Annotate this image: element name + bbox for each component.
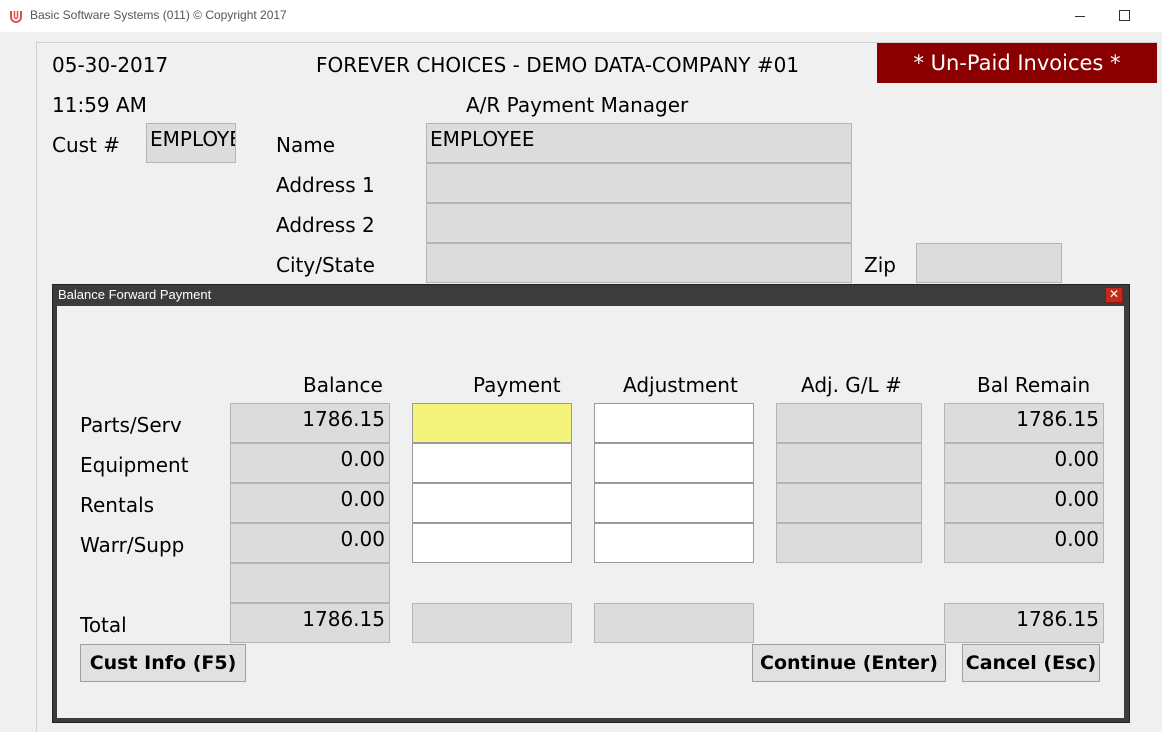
address2-label: Address 2 bbox=[276, 213, 375, 237]
zip-label: Zip bbox=[864, 253, 896, 277]
payment-input-warr-supp[interactable] bbox=[412, 523, 572, 563]
total-payment bbox=[412, 603, 572, 643]
city-state-label: City/State bbox=[276, 253, 375, 277]
page-subtitle: A/R Payment Manager bbox=[466, 93, 689, 117]
city-state-field[interactable] bbox=[426, 243, 852, 283]
balance-warr-supp: 0.00 bbox=[230, 523, 390, 563]
bal-remain-parts-serv: 1786.15 bbox=[944, 403, 1104, 443]
address1-field[interactable] bbox=[426, 163, 852, 203]
column-header-adjustment: Adjustment bbox=[623, 373, 738, 397]
balance-extra-field bbox=[230, 563, 390, 603]
adjustment-input-rentals[interactable] bbox=[594, 483, 754, 523]
window-title: Basic Software Systems (011) © Copyright… bbox=[30, 8, 287, 22]
continue-button[interactable]: Continue (Enter) bbox=[752, 644, 946, 682]
adjustment-input-warr-supp[interactable] bbox=[594, 523, 754, 563]
column-header-adj-gl: Adj. G/L # bbox=[801, 373, 902, 397]
adj-gl-field-parts-serv[interactable] bbox=[776, 403, 922, 443]
dialog-title: Balance Forward Payment bbox=[58, 287, 212, 302]
bal-remain-equipment: 0.00 bbox=[944, 443, 1104, 483]
payment-input-rentals[interactable] bbox=[412, 483, 572, 523]
title-bar: Basic Software Systems (011) © Copyright… bbox=[0, 0, 1162, 32]
name-field[interactable]: EMPLOYEE bbox=[426, 123, 852, 163]
zip-field[interactable] bbox=[916, 243, 1062, 283]
bal-remain-warr-supp: 0.00 bbox=[944, 523, 1104, 563]
total-adjustment bbox=[594, 603, 754, 643]
total-bal-remain: 1786.15 bbox=[944, 603, 1104, 643]
adjustment-input-equipment[interactable] bbox=[594, 443, 754, 483]
date-label: 05-30-2017 bbox=[52, 53, 169, 77]
row-label-parts-serv: Parts/Serv bbox=[80, 413, 182, 437]
column-header-bal-remain: Bal Remain bbox=[977, 373, 1091, 397]
maximize-button[interactable] bbox=[1108, 2, 1142, 30]
row-label-warr-supp: Warr/Supp bbox=[80, 533, 185, 557]
payment-input-equipment[interactable] bbox=[412, 443, 572, 483]
cust-number-label: Cust # bbox=[52, 133, 121, 157]
address1-label: Address 1 bbox=[276, 173, 375, 197]
minimize-button[interactable] bbox=[1064, 2, 1098, 30]
balance-rentals: 0.00 bbox=[230, 483, 390, 523]
row-label-equipment: Equipment bbox=[80, 453, 189, 477]
adjustment-input-parts-serv[interactable] bbox=[594, 403, 754, 443]
column-header-payment: Payment bbox=[473, 373, 561, 397]
close-icon[interactable]: ✕ bbox=[1105, 287, 1123, 303]
balance-parts-serv: 1786.15 bbox=[230, 403, 390, 443]
balance-equipment: 0.00 bbox=[230, 443, 390, 483]
column-header-balance: Balance bbox=[303, 373, 383, 397]
cust-info-button[interactable]: Cust Info (F5) bbox=[80, 644, 246, 682]
row-label-rentals: Rentals bbox=[80, 493, 155, 517]
time-label: 11:59 AM bbox=[52, 93, 147, 117]
total-label: Total bbox=[80, 613, 127, 637]
unpaid-invoices-banner[interactable]: * Un-Paid Invoices * bbox=[877, 43, 1157, 83]
cust-number-field[interactable]: EMPLOYEE bbox=[146, 123, 236, 163]
address2-field[interactable] bbox=[426, 203, 852, 243]
bal-remain-rentals: 0.00 bbox=[944, 483, 1104, 523]
total-balance: 1786.15 bbox=[230, 603, 390, 643]
company-title: FOREVER CHOICES - DEMO DATA-COMPANY #01 bbox=[316, 53, 800, 77]
adj-gl-field-equipment[interactable] bbox=[776, 443, 922, 483]
app-logo-icon bbox=[10, 11, 22, 23]
cancel-button[interactable]: Cancel (Esc) bbox=[962, 644, 1100, 682]
adj-gl-field-warr-supp[interactable] bbox=[776, 523, 922, 563]
payment-input-parts-serv[interactable] bbox=[412, 403, 572, 443]
adj-gl-field-rentals[interactable] bbox=[776, 483, 922, 523]
name-label: Name bbox=[276, 133, 336, 157]
